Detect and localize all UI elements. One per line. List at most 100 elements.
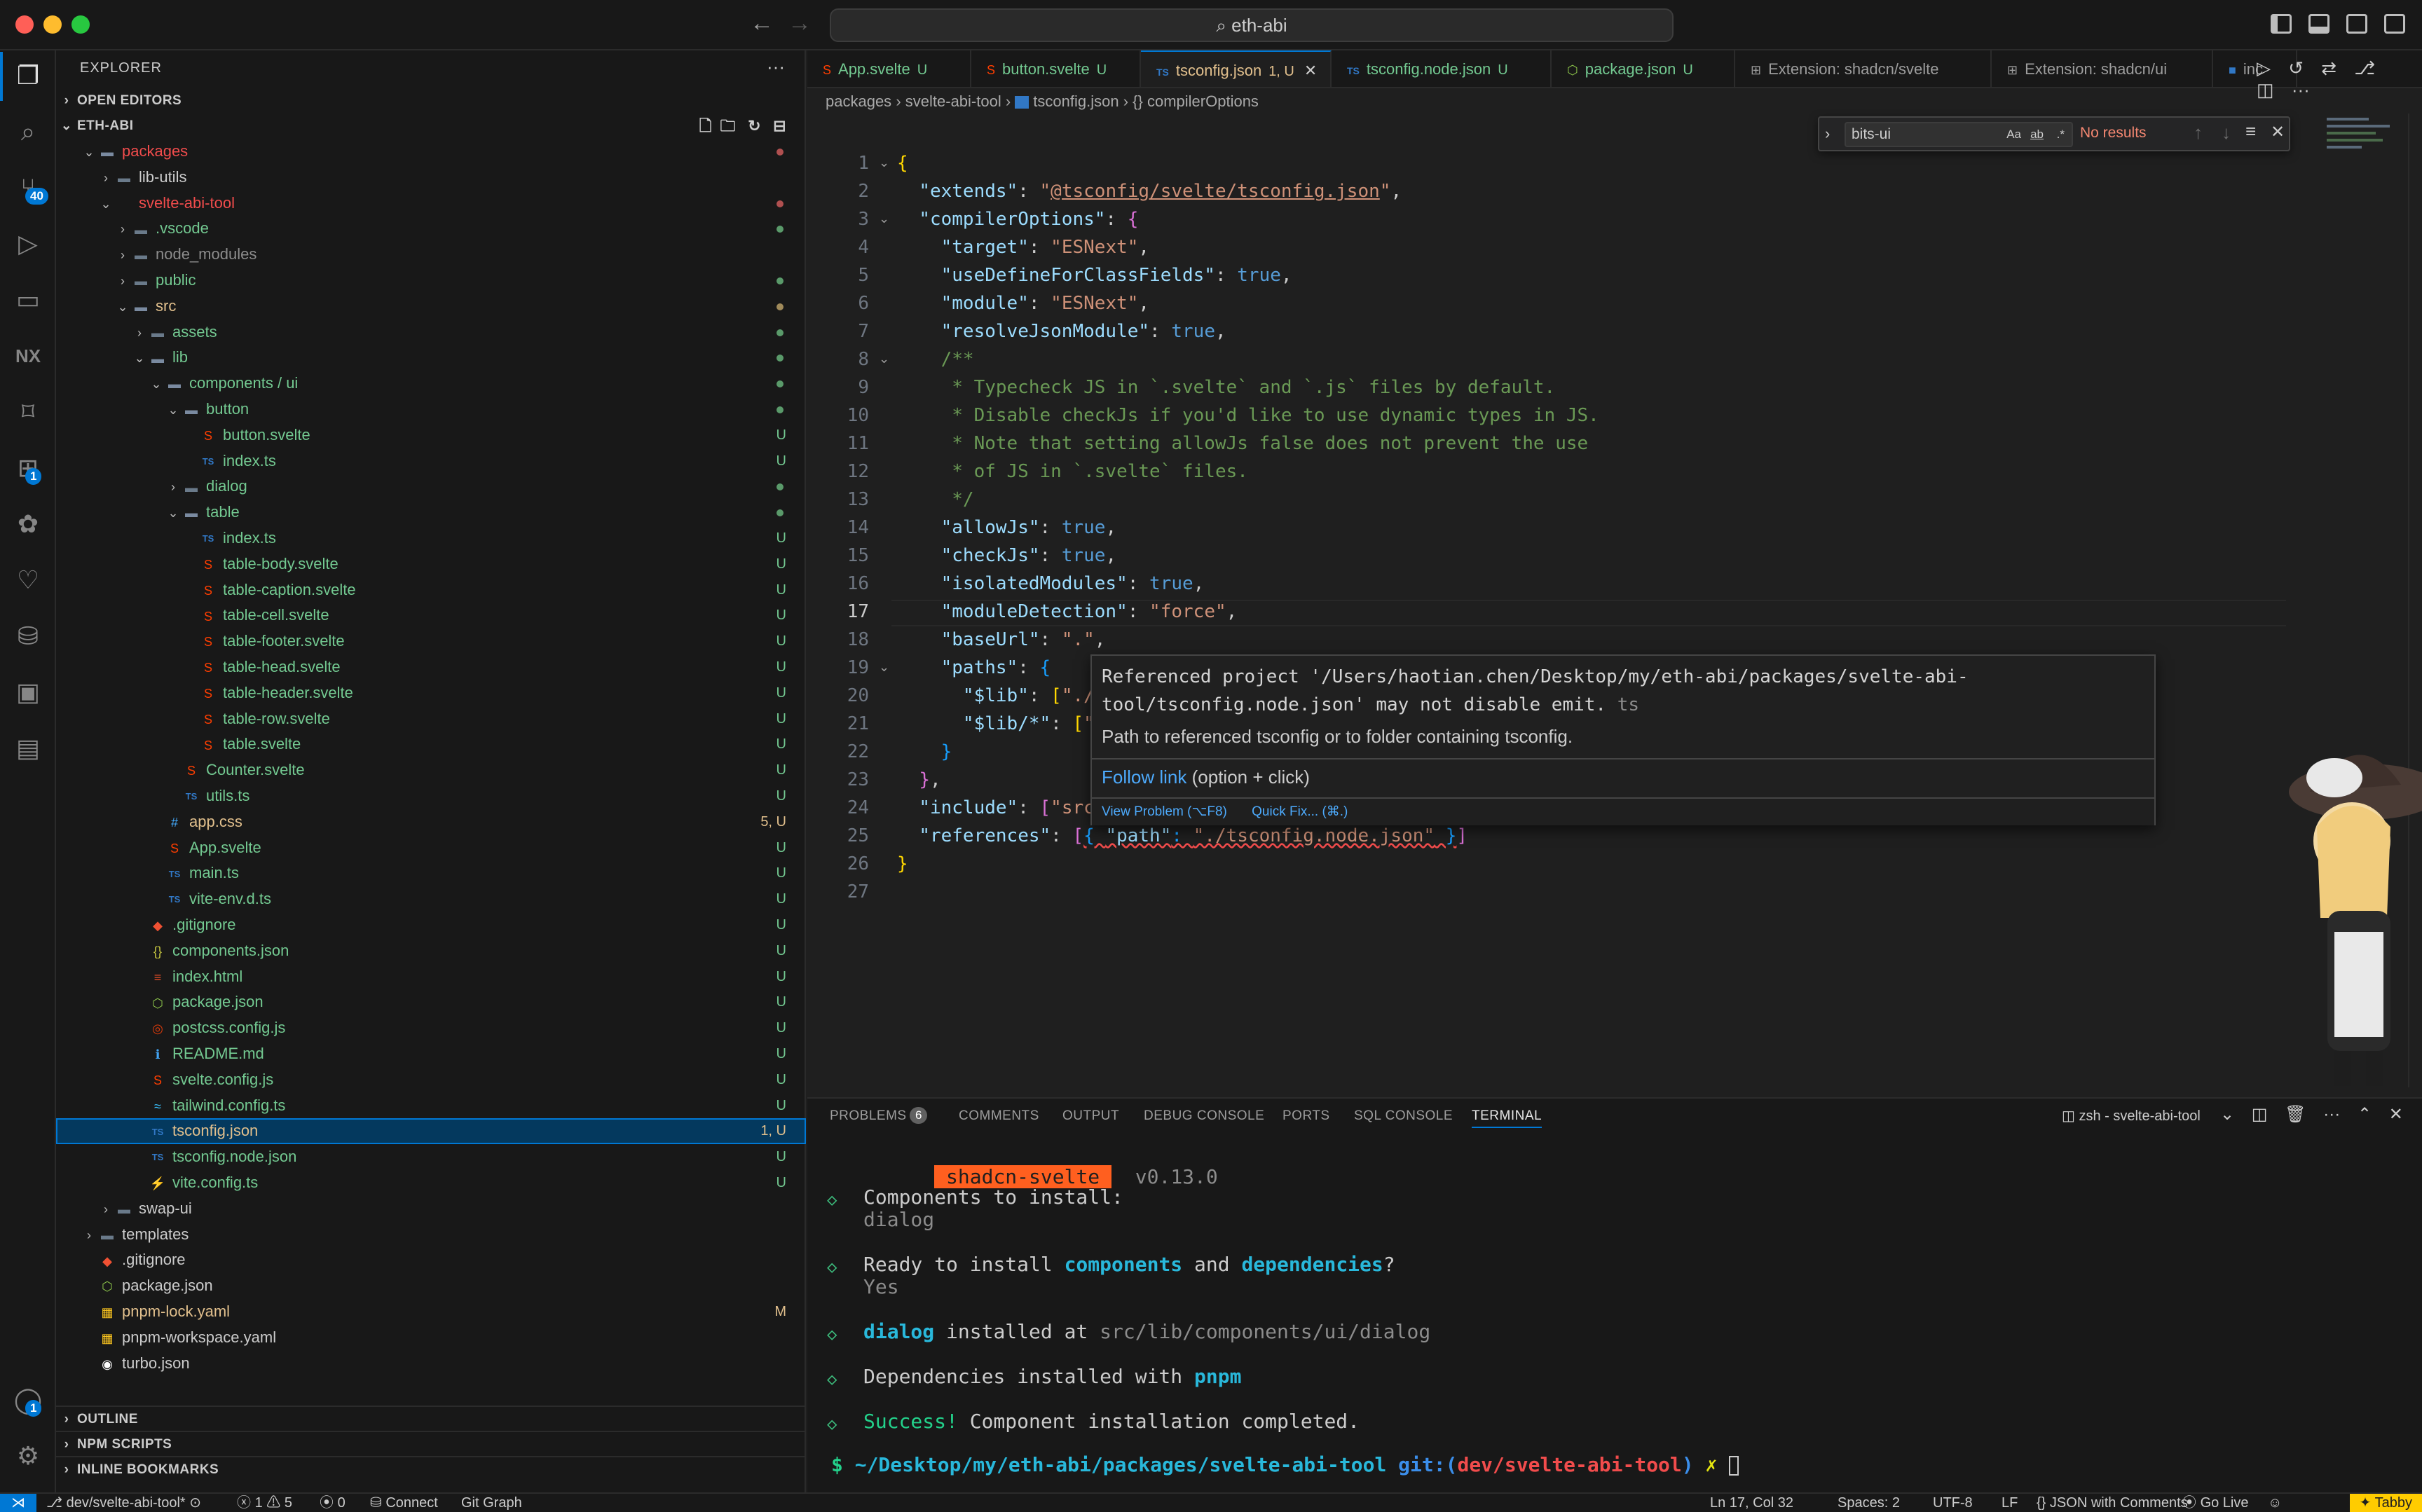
- find-in-selection-icon[interactable]: ≡: [2245, 121, 2256, 142]
- tree-item[interactable]: TS index.ts U: [56, 525, 806, 551]
- tree-item[interactable]: S App.svelte U: [56, 835, 806, 861]
- tree-item[interactable]: ◉ turbo.json: [56, 1351, 806, 1377]
- tree-item[interactable]: {} components.json U: [56, 938, 806, 964]
- next-match-icon[interactable]: ↓: [2222, 122, 2231, 144]
- terminal-output[interactable]: shadcn-svelte v0.13.0 ◇ Components to in…: [807, 1134, 2422, 1494]
- terminal-instance[interactable]: ◫ zsh - svelte-abi-tool: [2062, 1107, 2201, 1125]
- back-arrow-icon[interactable]: ←: [750, 10, 774, 37]
- view-problem-link[interactable]: View Problem (⌥F8): [1102, 804, 1227, 819]
- explorer-icon[interactable]: ❐: [13, 60, 43, 91]
- favorites-heart-icon[interactable]: ♡: [13, 565, 43, 596]
- quick-fix-link[interactable]: Quick Fix... (⌘.): [1252, 804, 1348, 819]
- connect-button[interactable]: ⛁ Connect: [370, 1494, 438, 1512]
- workspace-root-section[interactable]: ⌄ ETH-ABI 🗋 🗀 ↻ ⊟: [56, 114, 806, 139]
- match-case-icon[interactable]: Aa: [2006, 123, 2021, 146]
- line-endings[interactable]: LF: [2002, 1494, 2018, 1512]
- branch-status[interactable]: ⎇ dev/svelte-abi-tool* ⊙: [46, 1494, 201, 1512]
- fold-chevron-icon[interactable]: ⌄: [879, 352, 889, 366]
- breadcrumb-item[interactable]: packages: [826, 92, 891, 110]
- tree-item[interactable]: Stable-caption.svelte U: [56, 577, 806, 603]
- tree-item[interactable]: ≈ tailwind.config.ts U: [56, 1093, 806, 1119]
- customize-layout-icon[interactable]: [2384, 14, 2405, 34]
- tree-item[interactable]: # app.css 5, U: [56, 809, 806, 835]
- minimize-window-button[interactable]: [43, 15, 62, 34]
- tree-item[interactable]: › ▬ lib-utils: [56, 165, 806, 191]
- find-input[interactable]: bits-ui Aa ab .*: [1845, 122, 2073, 147]
- fold-chevron-icon[interactable]: ⌄: [879, 212, 889, 226]
- npm-scripts-section[interactable]: › NPM SCRIPTS: [56, 1431, 806, 1456]
- tree-item[interactable]: TS vite-env.d.ts U: [56, 886, 806, 912]
- tree-item[interactable]: ◆ .gitignore: [56, 1247, 806, 1273]
- tree-item[interactable]: ⚡ vite.config.ts U: [56, 1170, 806, 1196]
- close-window-button[interactable]: [15, 15, 34, 34]
- editor-tab[interactable]: TS tsconfig.node.json U: [1332, 50, 1552, 87]
- tree-item[interactable]: TS tsconfig.json 1, U: [56, 1118, 806, 1145]
- tree-item[interactable]: ⌄ ▬ components / ui: [56, 371, 806, 397]
- tree-item[interactable]: ℹ README.md U: [56, 1041, 806, 1067]
- new-file-icon[interactable]: 🗋: [699, 114, 712, 139]
- settings-gear-icon[interactable]: ⚙: [13, 1441, 43, 1471]
- tree-item[interactable]: › ▬ dialog: [56, 474, 806, 500]
- ports-status[interactable]: ⦿ 0: [320, 1494, 345, 1512]
- editor-tab[interactable]: ⬡ package.json U: [1552, 50, 1735, 87]
- gitlens-icon[interactable]: ✿: [13, 509, 43, 539]
- editor-tab[interactable]: TS tsconfig.json 1, U ✕: [1141, 50, 1332, 87]
- whole-word-icon[interactable]: ab: [2030, 123, 2044, 146]
- forward-arrow-icon[interactable]: →: [788, 10, 812, 37]
- project-manager-icon[interactable]: ▤: [13, 733, 43, 764]
- tree-item[interactable]: TS utils.ts U: [56, 783, 806, 809]
- maximize-panel-icon[interactable]: ⌃: [2358, 1105, 2372, 1124]
- split-terminal-icon[interactable]: ◫: [2252, 1105, 2268, 1124]
- go-live-button[interactable]: ⦿ Go Live: [2182, 1494, 2249, 1512]
- maximize-window-button[interactable]: [71, 15, 90, 34]
- run-icon[interactable]: ▷: [2257, 57, 2271, 78]
- encoding[interactable]: UTF-8: [1933, 1494, 1973, 1512]
- tree-item[interactable]: S Counter.svelte U: [56, 757, 806, 783]
- breadcrumb-item[interactable]: svelte-abi-tool: [905, 92, 1001, 110]
- tree-item[interactable]: Stable-body.svelte U: [56, 551, 806, 577]
- open-editors-section[interactable]: › OPEN EDITORS: [56, 88, 806, 114]
- panel-tab[interactable]: OUTPUT: [1062, 1108, 1119, 1124]
- inline-bookmarks-section[interactable]: › INLINE BOOKMARKS: [56, 1456, 806, 1481]
- comments-icon[interactable]: ▭: [13, 284, 43, 315]
- toggle-panel-icon[interactable]: [2308, 14, 2329, 34]
- search-icon[interactable]: ⌕: [13, 116, 43, 147]
- new-terminal-icon[interactable]: ⌄: [2220, 1105, 2234, 1124]
- tree-item[interactable]: TS main.ts U: [56, 860, 806, 886]
- close-find-icon[interactable]: ✕: [2271, 122, 2285, 142]
- tree-item[interactable]: ⌄ ▬ packages: [56, 139, 806, 165]
- nx-console-icon[interactable]: NX: [13, 341, 43, 371]
- previous-match-icon[interactable]: ↑: [2194, 122, 2203, 144]
- toggle-primary-sidebar-icon[interactable]: [2271, 14, 2292, 34]
- tree-item[interactable]: Sbutton.svelte U: [56, 422, 806, 448]
- language-mode[interactable]: {} JSON with Comments: [2037, 1494, 2188, 1512]
- close-panel-icon[interactable]: ✕: [2389, 1105, 2403, 1124]
- tree-item[interactable]: ⬡ package.json: [56, 1273, 806, 1299]
- editor-tab[interactable]: S App.svelte U: [807, 50, 971, 87]
- split-editor-icon[interactable]: ◫: [2257, 79, 2274, 100]
- code-editor[interactable]: 1 ⌄ { 2 "extends": "@tsconfig/svelte/tsc…: [807, 151, 2314, 1090]
- database-icon[interactable]: ⛁: [13, 621, 43, 652]
- minimap[interactable]: [2324, 114, 2408, 177]
- tree-item[interactable]: Ssvelte.config.js U: [56, 1067, 806, 1093]
- tree-item[interactable]: ⌄ svelte-abi-tool: [56, 191, 806, 217]
- toggle-replace-chevron-icon[interactable]: ›: [1825, 125, 1830, 143]
- tree-item[interactable]: ⌄ ▬ lib: [56, 345, 806, 371]
- kill-terminal-icon[interactable]: 🗑: [2285, 1105, 2306, 1124]
- tree-item[interactable]: Stable-head.svelte U: [56, 654, 806, 680]
- tree-item[interactable]: Stable-row.svelte U: [56, 706, 806, 732]
- tree-item[interactable]: ≡ index.html U: [56, 964, 806, 990]
- tree-item[interactable]: ◎ postcss.config.js U: [56, 1015, 806, 1041]
- tree-item[interactable]: ⬡ package.json U: [56, 989, 806, 1015]
- tree-item[interactable]: ▦ pnpm-lock.yaml M: [56, 1299, 806, 1325]
- bookmarks-icon[interactable]: ⌑: [13, 397, 43, 427]
- more-actions-icon[interactable]: ···: [767, 56, 785, 78]
- tree-item[interactable]: › ▬ swap-ui: [56, 1196, 806, 1222]
- tree-item[interactable]: ◆ .gitignore U: [56, 912, 806, 938]
- tree-item[interactable]: › ▬ .vscode: [56, 216, 806, 242]
- tree-item[interactable]: Stable-header.svelte U: [56, 680, 806, 706]
- fold-chevron-icon[interactable]: ⌄: [879, 660, 889, 675]
- problems-status[interactable]: ⓧ 1 ⚠ 5: [237, 1494, 292, 1512]
- tree-item[interactable]: ⌄ ▬ src: [56, 294, 806, 319]
- tree-item[interactable]: ⌄ ▬ table: [56, 500, 806, 525]
